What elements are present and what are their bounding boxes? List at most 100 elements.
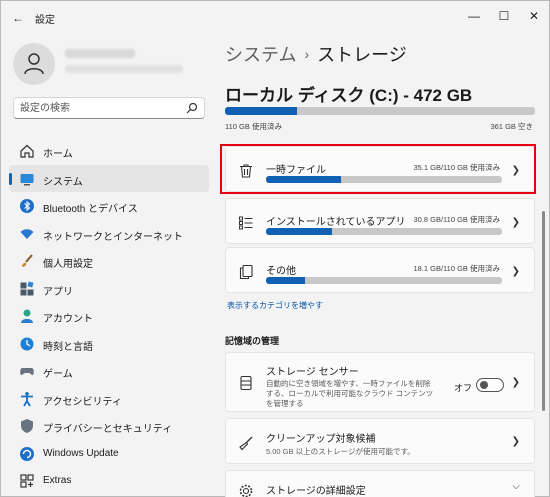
avatar [13,43,55,85]
category-usage-bar-fill [266,228,333,235]
back-button[interactable]: ← [9,9,27,27]
settings-window: ← 設定 — ☐ ✕ ホーム [0,0,550,497]
category-card-temp-files[interactable]: 一時ファイル 35.1 GB/110 GB 使用済み ❯ [225,146,535,192]
sidebar-item-network[interactable]: ネットワークとインターネット [9,220,209,248]
chevron-right-icon: ❯ [511,165,520,176]
bluetooth-icon [20,199,34,213]
gamepad-icon [20,368,34,375]
sidebar-item-label: ネットワークとインターネット [43,231,183,243]
apps-icon [20,280,34,295]
maximize-button[interactable]: ☐ [489,5,519,27]
sidebar-item-bluetooth[interactable]: Bluetooth とデバイス [9,192,209,220]
sidebar-item-windows-update[interactable]: Windows Update [9,440,209,468]
sidebar-item-label: ホーム [43,149,73,160]
storage-sense-toggle-label: オフ [454,383,473,393]
disk-usage-bar [225,107,535,115]
advanced-storage-settings-card[interactable]: ストレージの詳細設定 ⌵ [225,470,535,497]
trash-icon [240,164,252,178]
cleanup-description: 5.00 GB 以上のストレージが使用可能です。 [266,447,415,456]
search-icon[interactable] [186,102,198,114]
gear-icon [239,484,253,497]
category-usage-bar [266,176,502,183]
category-usage-bar-fill [266,277,305,284]
storage-sense-description: 自動的に空き領域を増やす、一時ファイルを削除する、ローカルで利用可能なクラウド … [266,379,434,408]
sidebar-nav: ホーム システム Bluetooth とデバイス ネットワークとインターネット [9,137,209,495]
search-box[interactable] [13,97,205,119]
app-title: 設定 [35,15,55,26]
storage-sense-card[interactable]: ストレージ センサー 自動的に空き領域を増やす、一時ファイルを削除する、ローカル… [225,352,535,412]
category-card-other[interactable]: その他 18.1 GB/110 GB 使用済み ❯ [225,247,535,293]
category-title: その他 [266,266,296,277]
account-icon [21,309,33,323]
category-card-installed-apps[interactable]: インストールされているアプリ 30.8 GB/110 GB 使用済み ❯ [225,198,535,244]
category-usage: 35.1 GB/110 GB 使用済み [413,163,500,172]
category-usage: 30.8 GB/110 GB 使用済み [413,215,500,224]
storage-sense-title: ストレージ センサー [266,367,359,378]
category-usage-bar [266,228,502,235]
sidebar-item-label: Bluetooth とデバイス [43,204,138,215]
cleanup-title: クリーンアップ対象候補 [266,434,376,445]
shield-icon [21,419,33,433]
drive-icon [240,375,252,391]
update-icon [20,446,34,461]
sidebar-item-extras[interactable]: Extras [9,467,209,495]
sidebar-item-label: 個人用設定 [43,259,93,270]
sidebar-item-home[interactable]: ホーム [9,137,209,165]
title-bar: ← 設定 — ☐ ✕ [1,1,549,33]
search-input[interactable] [20,100,180,116]
category-usage: 18.1 GB/110 GB 使用済み [413,264,500,273]
sidebar-item-gaming[interactable]: ゲーム [9,357,209,385]
system-icon [20,173,34,185]
disk-free-label: 361 GB 空き [490,122,533,131]
sidebar-item-time-language[interactable]: 時刻と言語 [9,330,209,358]
accessibility-icon [21,391,33,406]
extras-icon [20,474,34,488]
sidebar-item-privacy[interactable]: プライバシーとセキュリティ [9,412,209,440]
storage-management-heading: 記憶域の管理 [225,336,280,346]
sidebar-item-personalization[interactable]: 個人用設定 [9,247,209,275]
storage-sense-toggle[interactable] [476,378,504,392]
toggle-knob [480,381,488,389]
broom-icon [239,436,253,451]
time-language-icon [20,337,34,350]
page-title: ストレージ [317,45,407,65]
chevron-right-icon: ❯ [511,217,520,228]
minimize-button[interactable]: — [459,5,489,27]
sidebar-item-accounts[interactable]: アカウント [9,302,209,330]
wifi-icon [20,228,34,239]
chevron-down-icon: ⌵ [512,481,520,492]
sidebar-item-label: アクセシビリティ [43,396,122,408]
breadcrumb-parent[interactable]: システム [225,45,296,65]
category-title: 一時ファイル [266,165,326,176]
disk-usage-bar-fill [225,107,298,115]
breadcrumb-separator: › [304,46,310,62]
sidebar-item-label: Extras [43,475,72,486]
home-icon [20,144,34,158]
chevron-right-icon: ❯ [511,377,520,388]
profile-email-redacted [65,65,183,73]
user-profile[interactable] [13,41,203,87]
disk-title: ローカル ディスク (C:) - 472 GB [225,86,473,105]
documents-icon [239,264,253,280]
sidebar-item-system[interactable]: システム [9,164,209,192]
person-icon [24,53,44,75]
chevron-right-icon: ❯ [511,436,520,447]
breadcrumb: システム › ストレージ [225,41,407,67]
show-more-categories-link[interactable]: 表示するカテゴリを増やす [227,300,323,311]
advanced-settings-title: ストレージの詳細設定 [266,486,366,497]
cleanup-recommendations-card[interactable]: クリーンアップ対象候補 5.00 GB 以上のストレージが使用可能です。 ❯ [225,418,535,464]
sidebar-item-label: アカウント [43,314,93,325]
category-title: インストールされているアプリ [266,217,406,228]
profile-name-redacted [65,49,135,58]
sidebar-item-accessibility[interactable]: アクセシビリティ [9,385,209,413]
disk-used-label: 110 GB 使用済み [225,122,282,131]
apps-list-icon [239,216,253,230]
category-usage-bar-fill [266,176,342,183]
close-button[interactable]: ✕ [519,5,549,27]
sidebar-item-label: プライバシーとセキュリティ [43,424,173,435]
sidebar-item-label: ゲーム [43,369,73,380]
category-usage-bar [266,277,502,284]
sidebar-item-apps[interactable]: アプリ [9,275,209,303]
scrollbar[interactable] [542,211,545,411]
sidebar-item-label: システム [43,176,83,188]
